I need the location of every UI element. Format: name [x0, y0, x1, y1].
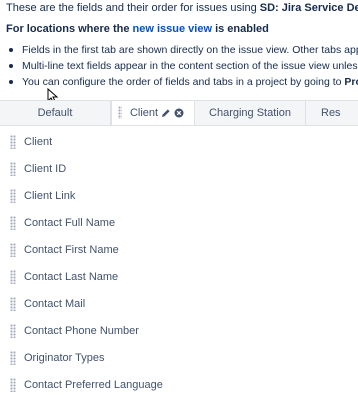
drag-handle-icon[interactable] — [10, 135, 16, 149]
field-label: Originator Types — [24, 352, 105, 364]
field-row[interactable]: Contact Full Name — [10, 212, 115, 234]
drag-handle-icon[interactable] — [10, 297, 16, 311]
drag-handle-icon[interactable] — [10, 378, 16, 392]
field-label: Client Link — [24, 190, 76, 202]
field-label: Client — [24, 136, 53, 148]
field-row[interactable]: Contact Mail — [10, 293, 85, 315]
drag-handle-icon[interactable] — [10, 270, 16, 284]
drag-handle-icon[interactable] — [10, 351, 16, 365]
field-row[interactable]: Contact Last Name — [10, 266, 118, 288]
notes-list: Fields in the first tab are shown direct… — [0, 42, 358, 90]
note-text: You can configure the order of fields an… — [22, 76, 345, 88]
close-circle-icon[interactable] — [174, 108, 184, 118]
pencil-icon[interactable] — [161, 108, 171, 118]
field-label: Client ID — [24, 163, 67, 175]
field-row[interactable]: Client ID — [10, 158, 66, 180]
tab-bar: Default Client Charging Station Res — [0, 100, 358, 126]
field-label: Contact Last Name — [24, 271, 119, 283]
drag-handle-icon[interactable] — [10, 216, 16, 230]
field-row[interactable]: Contact Preferred Language — [10, 374, 163, 396]
drag-handle-icon[interactable] — [10, 189, 16, 203]
tab-client[interactable]: Client — [111, 101, 195, 125]
intro-text: These are the fields and their order for… — [6, 2, 358, 14]
tab-charging-station[interactable]: Charging Station — [195, 101, 306, 125]
drag-handle-icon[interactable] — [10, 243, 16, 257]
tab-label: Charging Station — [209, 107, 291, 120]
field-row[interactable]: Contact Phone Number — [10, 320, 139, 342]
new-issue-view-link[interactable]: new issue view — [133, 23, 212, 35]
field-row[interactable]: Contact First Name — [10, 239, 119, 261]
subheading-prefix: For locations where the — [6, 23, 133, 35]
intro-prefix: These are the fields and their order for… — [6, 2, 260, 14]
note-item: You can configure the order of fields an… — [9, 74, 358, 90]
tab-default[interactable]: Default — [0, 101, 111, 125]
field-label: Contact Full Name — [24, 217, 116, 229]
subheading-suffix: is enabled — [212, 23, 269, 35]
field-label: Contact Phone Number — [24, 325, 139, 337]
field-label: Contact Mail — [24, 298, 86, 310]
field-row[interactable]: Originator Types — [10, 347, 105, 369]
tab-res[interactable]: Res — [306, 101, 358, 125]
tab-label: Client — [129, 107, 159, 120]
field-row[interactable]: Client — [10, 131, 52, 153]
drag-handle-icon[interactable] — [118, 106, 122, 119]
drag-handle-icon[interactable] — [10, 324, 16, 338]
tab-label: Res — [321, 107, 341, 120]
field-row[interactable]: Client Link — [10, 185, 75, 207]
drag-handle-icon[interactable] — [10, 162, 16, 176]
field-configuration-page: These are the fields and their order for… — [0, 0, 358, 397]
section-heading: For locations where the new issue view i… — [6, 23, 269, 35]
field-label: Contact Preferred Language — [24, 379, 163, 391]
note-item: Fields in the first tab are shown direct… — [9, 42, 358, 58]
field-label: Contact First Name — [24, 244, 119, 256]
tab-label: Default — [37, 107, 73, 120]
project-settings-text: Project settings — [344, 76, 358, 88]
note-item: Multi-line text fields appear in the con… — [9, 58, 358, 74]
project-type-name: SD: Jira Service Desk: Major Incident — [259, 2, 358, 14]
